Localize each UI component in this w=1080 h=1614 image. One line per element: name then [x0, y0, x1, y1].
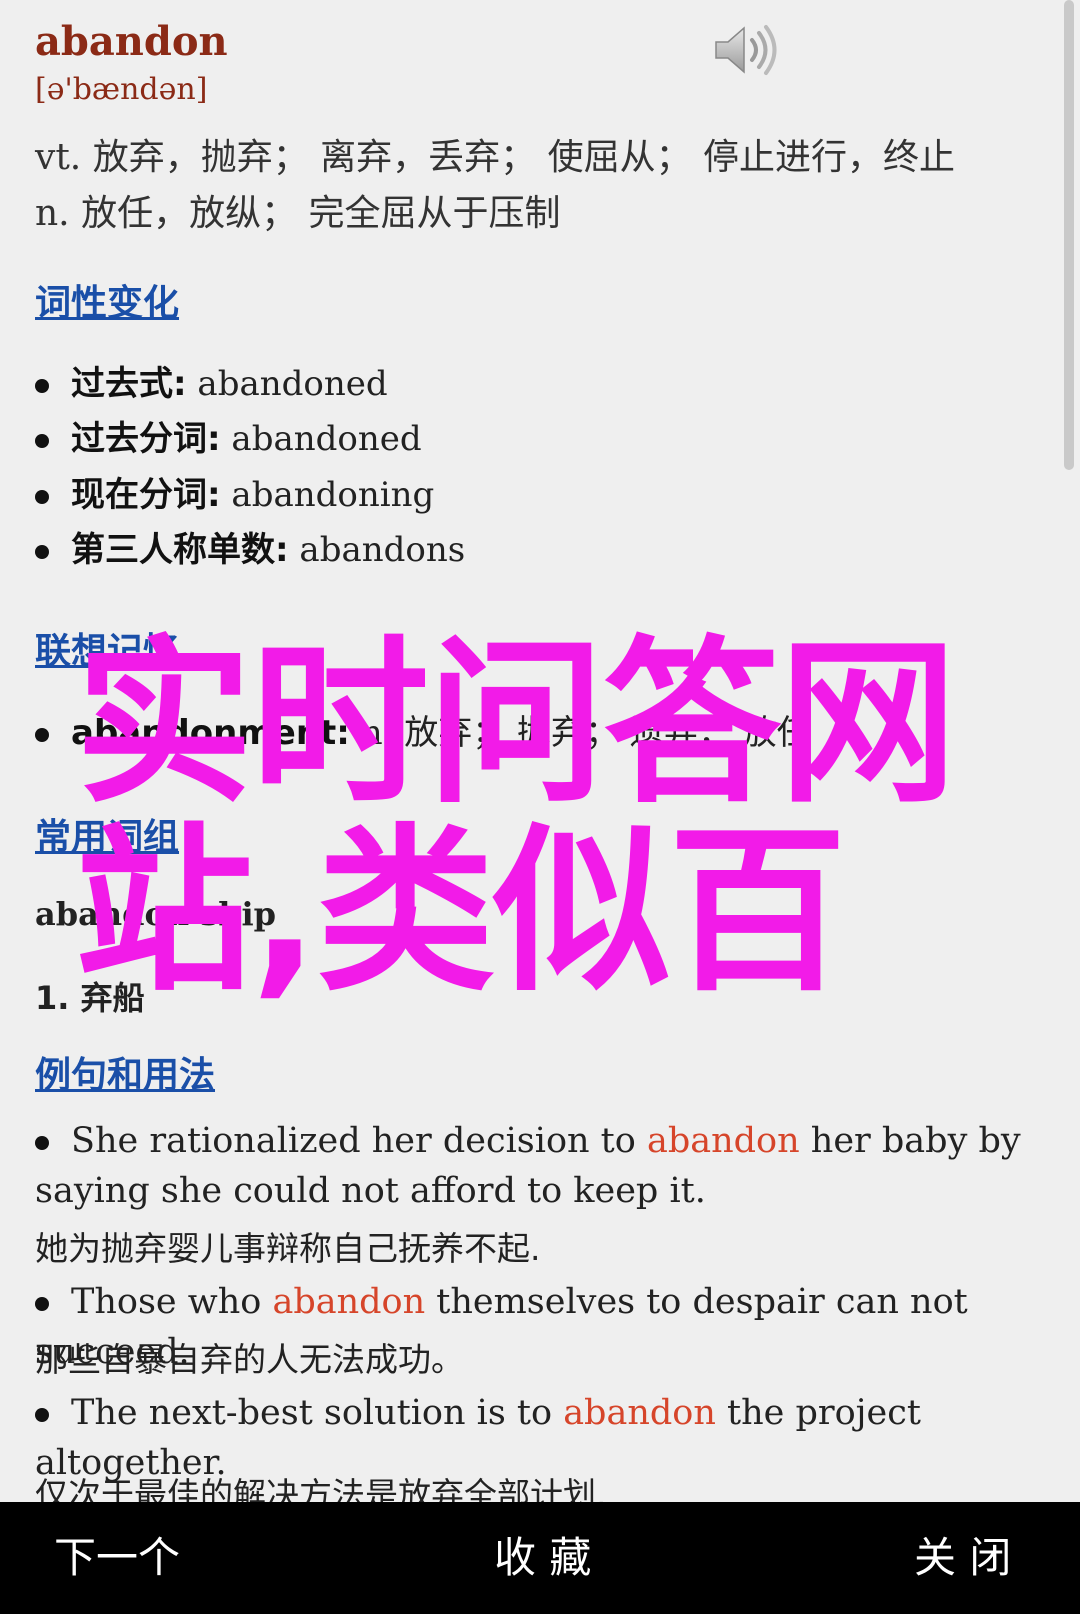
next-button[interactable]: 下一个	[54, 1502, 180, 1614]
bullet-icon	[35, 1135, 49, 1150]
example-text: The next-best solution is to	[71, 1393, 564, 1433]
bullet-icon	[35, 434, 49, 448]
inflection-item: 过去式: abandoned	[35, 356, 388, 405]
phonetic: [ə'bændən]	[35, 72, 208, 107]
bullet-icon	[35, 490, 49, 504]
headword: abandon	[35, 18, 228, 65]
definition-n: n. 放任，放纵； 完全屈从于压制	[35, 193, 561, 234]
definition-vt: vt. 放弃，抛弃； 离弃，丢弃； 使屈从； 停止进行，终止	[35, 137, 956, 178]
bullet-icon	[35, 1407, 49, 1422]
scrollbar[interactable]	[1064, 0, 1074, 470]
favorite-button[interactable]: 收 藏	[494, 1502, 591, 1614]
watermark-overlay: 实时问答网站,类似百	[75, 620, 957, 1015]
inflection-value: abandons	[299, 530, 466, 570]
inflection-value: abandoning	[231, 475, 435, 515]
inflection-label: 过去分词:	[71, 419, 221, 459]
inflection-item: 第三人称单数: abandons	[35, 522, 465, 571]
inflection-label: 第三人称单数:	[71, 530, 289, 570]
inflection-item: 过去分词: abandoned	[35, 411, 422, 460]
bullet-icon	[35, 379, 49, 393]
example-translation: 仅次于最佳的解决方法是放弃全部计划.	[35, 1475, 607, 1502]
close-button[interactable]: 关 闭	[914, 1502, 1011, 1614]
example-keyword: abandon	[563, 1393, 716, 1433]
speaker-icon[interactable]	[712, 22, 782, 78]
inflection-value: abandoned	[197, 364, 388, 404]
bullet-icon	[35, 728, 49, 742]
example-sentence: She rationalized her decision to abandon…	[35, 1116, 1035, 1216]
example-text: Those who	[71, 1282, 273, 1322]
inflection-label: 过去式:	[71, 364, 187, 404]
example-translation: 她为抛弃婴儿事辩称自己抚养不起.	[35, 1229, 541, 1268]
bottom-action-bar: 下一个 收 藏 关 闭	[0, 1502, 1080, 1614]
example-translation: 那些自暴自弃的人无法成功。	[35, 1340, 464, 1379]
section-inflections-title[interactable]: 词性变化	[35, 274, 179, 326]
inflection-value: abandoned	[231, 419, 422, 459]
inflection-item: 现在分词: abandoning	[35, 467, 434, 516]
inflection-label: 现在分词:	[71, 475, 221, 515]
dictionary-content: abandon [ə'bændən] vt. 放弃，抛弃； 离弃，丢弃； 使屈从…	[0, 0, 1080, 1502]
bullet-icon	[35, 545, 49, 559]
example-keyword: abandon	[272, 1282, 426, 1322]
bullet-icon	[35, 1296, 49, 1311]
example-keyword: abandon	[646, 1121, 800, 1161]
example-text: She rationalized her decision to	[71, 1121, 647, 1161]
section-examples-title[interactable]: 例句和用法	[35, 1046, 215, 1098]
